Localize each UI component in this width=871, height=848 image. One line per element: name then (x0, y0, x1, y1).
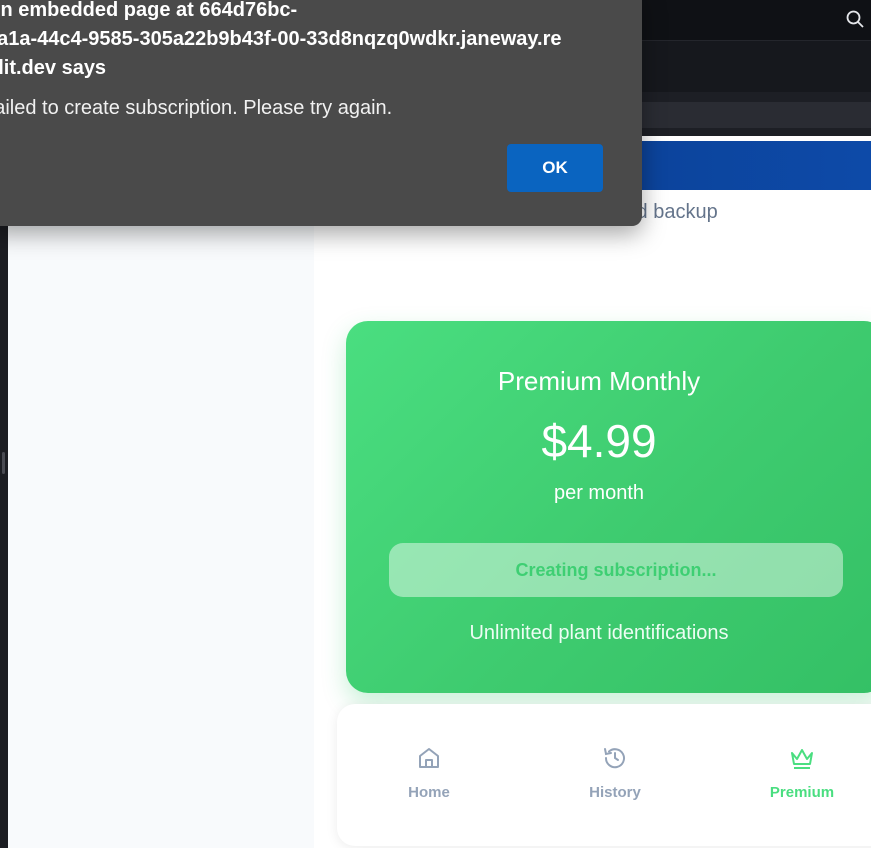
subscribe-button[interactable]: Creating subscription... (389, 543, 843, 597)
app-window: identifications with cloud backup Premiu… (0, 0, 871, 848)
alert-dialog: An embedded page at 664d76bc- ea1a-44c4-… (0, 0, 642, 226)
search-icon[interactable] (845, 9, 865, 29)
nav-item-premium[interactable]: Premium (742, 744, 862, 801)
history-icon (604, 748, 625, 769)
dialog-title-line3: plit.dev says (0, 57, 107, 79)
nav-label-premium: Premium (769, 784, 835, 801)
dialog-title-line1: An embedded page at 664d76bc- (0, 0, 298, 21)
plan-name: Premium Monthly (497, 366, 701, 396)
resize-handle[interactable] (2, 452, 5, 474)
plan-feature: Unlimited plant identifications (469, 622, 729, 644)
home-icon (419, 748, 439, 768)
bottom-nav: Home History Premium (337, 704, 871, 846)
plan-period: per month (553, 482, 645, 504)
nav-label-history: History (589, 784, 641, 801)
nav-label-home: Home (408, 784, 450, 801)
crown-icon (791, 749, 813, 769)
ok-button[interactable]: OK (507, 144, 603, 192)
plan-price: $4.99 (541, 415, 657, 467)
dialog-title-line2: ea1a-44c4-9585-305a22b9b43f-00-33d8nqzq0… (0, 28, 562, 50)
nav-item-home[interactable]: Home (369, 744, 489, 801)
dialog-message: Failed to create subscription. Please tr… (0, 97, 393, 119)
dialog-title: An embedded page at 664d76bc- ea1a-44c4-… (0, 0, 626, 83)
nav-item-history[interactable]: History (555, 744, 675, 801)
